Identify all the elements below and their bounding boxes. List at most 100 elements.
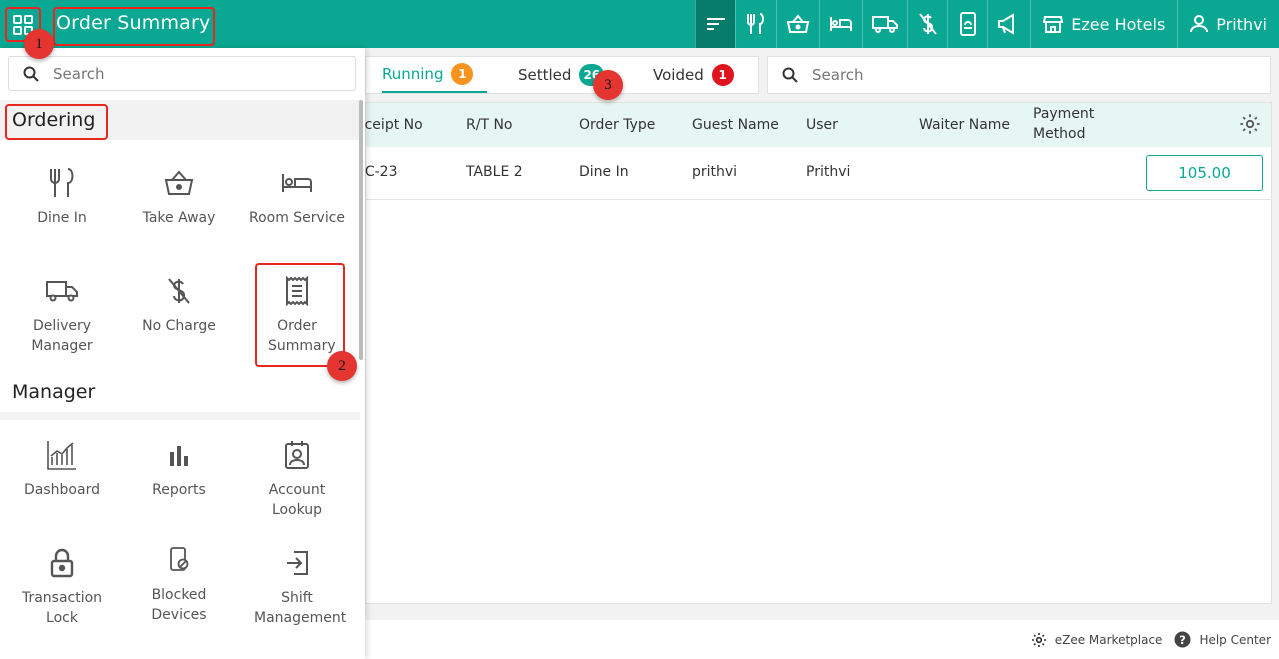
menu-scrollbar[interactable] <box>359 100 363 360</box>
menu-item-label: Shift Management <box>254 590 347 626</box>
menu-item-dashboard[interactable]: Dashboard <box>3 438 121 500</box>
table-row[interactable]: EC-23 TABLE 2 Dine In prithvi Prithvi 10… <box>356 147 1271 200</box>
bar-chart-icon <box>170 446 188 466</box>
hotel-selector[interactable]: Ezee Hotels <box>1030 0 1177 48</box>
menu-item-shift-management[interactable]: Shift Management <box>238 546 356 628</box>
search-icon <box>782 67 798 83</box>
delivery-truck-icon <box>872 16 899 33</box>
col-rt-no[interactable]: R/T No <box>466 115 512 135</box>
top-bar: Order Summary Ezee Hotels Prithvi <box>0 0 1279 48</box>
receipt-icon <box>286 276 308 306</box>
menu-item-dine-in[interactable]: Dine In <box>3 166 121 228</box>
order-search-box <box>767 56 1271 94</box>
tab-voided[interactable]: Voided 1 <box>653 57 734 93</box>
menu-item-delivery-manager[interactable]: Delivery Manager <box>3 274 121 356</box>
delivery-button[interactable] <box>862 0 907 48</box>
shift-exit-icon <box>287 551 308 575</box>
menu-item-account-lookup[interactable]: Account Lookup <box>238 438 356 520</box>
menu-item-transaction-lock[interactable]: Transaction Lock <box>3 546 121 628</box>
col-user[interactable]: User <box>806 115 838 135</box>
table-settings-gear-icon[interactable] <box>1239 113 1261 135</box>
menu-item-room-service[interactable]: Room Service <box>238 166 356 228</box>
marketplace-link[interactable]: eZee Marketplace <box>1031 632 1163 648</box>
no-charge-icon <box>168 278 190 304</box>
cell-order-type: Dine In <box>579 164 629 180</box>
cell-guest-name: prithvi <box>692 164 738 180</box>
menu-item-label: Take Away <box>142 210 216 226</box>
order-search-input[interactable] <box>812 66 1252 84</box>
room-service-button[interactable] <box>819 0 862 48</box>
gear-icon <box>1031 632 1046 647</box>
store-icon <box>1043 16 1064 33</box>
menu-item-label: Transaction Lock <box>21 590 103 626</box>
annotation-marker-2: 2 <box>327 351 357 381</box>
no-charge-button[interactable] <box>907 0 947 48</box>
menu-item-reports[interactable]: Reports <box>120 438 238 500</box>
col-receipt-no[interactable]: eceipt No <box>356 115 423 135</box>
tab-running[interactable]: Running 1 <box>382 57 488 93</box>
menu-item-label: Dine In <box>37 210 87 226</box>
basket-icon <box>787 14 810 33</box>
sort-button[interactable] <box>695 0 736 48</box>
running-count-badge: 1 <box>451 63 474 85</box>
lock-icon <box>50 548 74 578</box>
tab-settled[interactable]: Settled 26 <box>518 57 605 93</box>
order-status-tabs: Running 1 Settled 26 Voided 1 <box>365 56 759 94</box>
orders-table: eceipt No R/T No Order Type Guest Name U… <box>356 102 1272 604</box>
mobile-order-icon <box>959 12 976 36</box>
user-name: Prithvi <box>1216 14 1267 34</box>
chart-icon <box>47 441 76 470</box>
megaphone-icon <box>998 13 1015 35</box>
cell-rt-no: TABLE 2 <box>466 164 523 180</box>
take-away-button[interactable] <box>776 0 819 48</box>
hotel-name: Ezee Hotels <box>1071 14 1166 34</box>
bed-icon <box>282 174 312 192</box>
help-center-label: Help Center <box>1199 632 1271 647</box>
svg-text:?: ? <box>1180 633 1187 647</box>
tab-label: Voided <box>653 66 704 84</box>
announcement-button[interactable] <box>987 0 1030 48</box>
annotation-marker-3: 3 <box>593 70 623 100</box>
search-icon <box>23 66 39 82</box>
user-menu[interactable]: Prithvi <box>1177 0 1279 48</box>
help-icon: ? <box>1174 631 1191 648</box>
room-service-icon <box>830 17 853 31</box>
dine-in-button[interactable] <box>735 0 776 48</box>
cell-user: Prithvi <box>806 164 851 180</box>
col-waiter-name[interactable]: Waiter Name <box>919 115 1010 135</box>
sort-icon <box>706 18 725 30</box>
col-guest-name[interactable]: Guest Name <box>692 115 779 135</box>
fork-knife-icon <box>50 168 74 197</box>
footer: eZee Marketplace ? Help Center <box>365 620 1279 659</box>
menu-item-take-away[interactable]: Take Away <box>120 166 238 228</box>
payment-amount-button[interactable]: 105.00 <box>1146 155 1263 191</box>
basket-icon <box>164 170 194 195</box>
annotation-marker-1: 1 <box>24 29 54 59</box>
menu-item-label: Reports <box>152 482 206 498</box>
dine-in-icon <box>747 13 765 34</box>
menu-item-label: Room Service <box>248 210 346 226</box>
top-nav-icons: Ezee Hotels Prithvi <box>695 0 1279 48</box>
col-order-type[interactable]: Order Type <box>579 115 655 135</box>
menu-item-label: Account Lookup <box>268 482 326 518</box>
help-center-link[interactable]: ? Help Center <box>1174 631 1271 648</box>
section-ordering: Ordering <box>0 100 360 140</box>
col-payment-method[interactable]: Payment Method <box>1033 104 1103 144</box>
menu-search-input[interactable] <box>53 64 333 83</box>
menu-item-label: Blocked Devices <box>151 587 207 623</box>
truck-icon <box>46 281 78 302</box>
blocked-device-icon <box>170 547 189 571</box>
menu-item-order-summary[interactable]: Order Summary <box>238 274 356 356</box>
menu-item-label: Delivery Manager <box>31 318 93 354</box>
tab-label: Running <box>382 65 444 83</box>
menu-item-blocked-devices[interactable]: Blocked Devices <box>120 543 238 625</box>
menu-item-label: No Charge <box>142 318 216 334</box>
account-card-icon <box>285 441 309 469</box>
section-divider <box>0 412 360 420</box>
voided-count-badge: 1 <box>711 64 734 86</box>
tab-label: Settled <box>518 66 572 84</box>
no-charge-icon <box>919 13 937 35</box>
menu-item-no-charge[interactable]: No Charge <box>120 274 238 336</box>
mobile-order-button[interactable] <box>947 0 987 48</box>
marketplace-label: eZee Marketplace <box>1054 632 1163 647</box>
